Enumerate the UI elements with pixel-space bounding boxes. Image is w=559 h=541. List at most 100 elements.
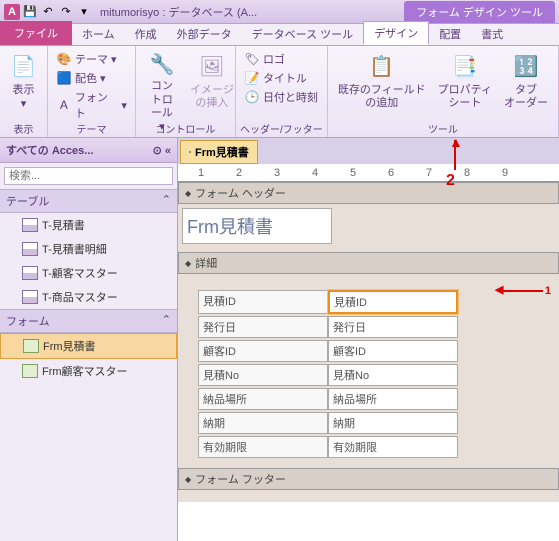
- fonts-button[interactable]: Aフォント ▾: [52, 88, 131, 122]
- theme-icon: 🎨: [56, 51, 72, 67]
- field-label[interactable]: 発行日: [198, 316, 328, 338]
- field-label[interactable]: 顧客ID: [198, 340, 328, 362]
- chevron-down-icon: ▾: [21, 97, 27, 110]
- tab-design[interactable]: デザイン: [363, 21, 429, 45]
- fields-icon: 📋: [366, 50, 398, 82]
- nav-header[interactable]: すべての Acces... ⊙ «: [0, 138, 177, 163]
- field-control[interactable]: 顧客ID: [328, 340, 458, 362]
- tab-format[interactable]: 書式: [471, 23, 513, 45]
- search-input[interactable]: [4, 167, 173, 185]
- field-row[interactable]: 見積No見積No: [198, 364, 551, 386]
- form-footer-area[interactable]: [178, 490, 559, 502]
- tab-home[interactable]: ホーム: [72, 23, 125, 45]
- field-label[interactable]: 納期: [198, 412, 328, 434]
- group-label-themes: テーマ: [48, 121, 135, 136]
- contextual-tab-label: フォーム デザイン ツール: [404, 1, 555, 23]
- title-button[interactable]: 📝タイトル: [240, 69, 323, 87]
- taborder-icon: 🔢: [510, 50, 542, 82]
- form-header-area[interactable]: Frm見積書: [178, 204, 559, 252]
- app-icon: A: [4, 4, 20, 20]
- field-label[interactable]: 見積ID: [198, 290, 328, 314]
- table-icon: [22, 290, 38, 304]
- form-icon: [189, 151, 191, 153]
- field-control[interactable]: 見積ID: [328, 290, 458, 314]
- content-area: すべての Acces... ⊙ « テーブル⌃ T-見積書T-見積書明細T-顧客…: [0, 138, 559, 541]
- logo-icon: 🏷: [244, 51, 260, 67]
- save-icon[interactable]: 💾: [22, 4, 38, 20]
- collapse-icon[interactable]: ⊙ «: [153, 144, 171, 157]
- object-tab[interactable]: Frm見積書: [180, 140, 258, 164]
- field-control[interactable]: 発行日: [328, 316, 458, 338]
- group-label-tools: ツール: [328, 121, 558, 136]
- table-icon: [22, 242, 38, 256]
- tab-dbtools[interactable]: データベース ツール: [242, 23, 364, 45]
- group-label-header: ヘッダー/フッター: [236, 121, 327, 136]
- annotation-2: 2: [446, 172, 455, 190]
- colors-button[interactable]: 🟦配色 ▾: [52, 69, 131, 87]
- nav-item-table[interactable]: T-見積書明細: [0, 237, 177, 261]
- collapse-up-icon: ⌃: [162, 313, 171, 329]
- section-detail[interactable]: 詳細: [178, 252, 559, 274]
- fonts-icon: A: [56, 97, 72, 113]
- table-icon: [22, 266, 38, 280]
- nav-item-table[interactable]: T-商品マスター: [0, 285, 177, 309]
- field-control[interactable]: 納期: [328, 412, 458, 434]
- nav-item-form[interactable]: Frm顧客マスター: [0, 359, 177, 383]
- field-row[interactable]: 顧客ID顧客ID: [198, 340, 551, 362]
- navigation-pane: すべての Acces... ⊙ « テーブル⌃ T-見積書T-見積書明細T-顧客…: [0, 138, 178, 541]
- logo-button[interactable]: 🏷ロゴ: [240, 50, 323, 68]
- clock-icon: 🕒: [244, 89, 260, 105]
- colors-icon: 🟦: [56, 70, 72, 86]
- field-row[interactable]: 納期納期: [198, 412, 551, 434]
- group-label-view: 表示: [0, 121, 47, 136]
- field-row[interactable]: 納品場所納品場所: [198, 388, 551, 410]
- field-control[interactable]: 納品場所: [328, 388, 458, 410]
- field-control[interactable]: 有効期限: [328, 436, 458, 458]
- quick-access-toolbar: A 💾 ↶ ↷ ▾: [4, 4, 92, 20]
- themes-button[interactable]: 🎨テーマ ▾: [52, 50, 131, 68]
- design-surface: Frm見積書 123456789 フォーム ヘッダー Frm見積書 詳細 見積I…: [178, 138, 559, 541]
- annotation-1: ◀ 1: [503, 285, 551, 297]
- section-form-footer[interactable]: フォーム フッター: [178, 468, 559, 490]
- field-row[interactable]: 有効期限有効期限: [198, 436, 551, 458]
- field-label[interactable]: 見積No: [198, 364, 328, 386]
- table-icon: [22, 218, 38, 232]
- field-label[interactable]: 有効期限: [198, 436, 328, 458]
- tab-create[interactable]: 作成: [125, 23, 167, 45]
- form-canvas[interactable]: フォーム ヘッダー Frm見積書 詳細 見積ID見積ID発行日発行日顧客ID顧客…: [178, 182, 559, 541]
- property-icon: 📑: [449, 50, 481, 82]
- nav-group-forms[interactable]: フォーム⌃: [0, 309, 177, 333]
- view-button[interactable]: 📄 表示 ▾: [4, 48, 43, 112]
- window-title: mitumorisyo : データベース (A...: [100, 4, 257, 20]
- nav-item-table[interactable]: T-見積書: [0, 213, 177, 237]
- field-label[interactable]: 納品場所: [198, 388, 328, 410]
- nav-group-tables[interactable]: テーブル⌃: [0, 189, 177, 213]
- form-title-label[interactable]: Frm見積書: [182, 208, 332, 244]
- horizontal-ruler: 123456789: [178, 164, 559, 182]
- form-icon: [22, 364, 38, 378]
- nav-search: [0, 163, 177, 189]
- view-icon: 📄: [8, 50, 40, 82]
- field-control[interactable]: 見積No: [328, 364, 458, 386]
- field-row[interactable]: 発行日発行日: [198, 316, 551, 338]
- title-icon: 📝: [244, 70, 260, 86]
- ribbon-tabs: ファイル ホーム 作成 外部データ データベース ツール デザイン 配置 書式: [0, 24, 559, 46]
- qat-more-icon[interactable]: ▾: [76, 4, 92, 20]
- group-label-controls: コントロール: [136, 121, 235, 136]
- controls-icon: 🔧: [146, 50, 178, 78]
- nav-item-form[interactable]: Frm見積書: [0, 333, 177, 359]
- redo-icon[interactable]: ↷: [58, 4, 74, 20]
- detail-area[interactable]: 見積ID見積ID発行日発行日顧客ID顧客ID見積No見積No納品場所納品場所納期…: [178, 274, 559, 468]
- tab-arrange[interactable]: 配置: [429, 23, 471, 45]
- section-form-header[interactable]: フォーム ヘッダー: [178, 182, 559, 204]
- datetime-button[interactable]: 🕒日付と時刻: [240, 88, 323, 106]
- tab-file[interactable]: ファイル: [0, 21, 72, 45]
- annotation-2-arrow: ▲: [449, 134, 463, 150]
- undo-icon[interactable]: ↶: [40, 4, 56, 20]
- form-icon: [23, 339, 39, 353]
- tab-external[interactable]: 外部データ: [167, 23, 242, 45]
- nav-item-table[interactable]: T-顧客マスター: [0, 261, 177, 285]
- title-bar: A 💾 ↶ ↷ ▾ mitumorisyo : データベース (A... フォー…: [0, 0, 559, 24]
- image-icon: 🖼: [196, 50, 228, 82]
- ribbon: 📄 表示 ▾ 表示 🎨テーマ ▾ 🟦配色 ▾ Aフォント ▾ テーマ 🔧 コント…: [0, 46, 559, 138]
